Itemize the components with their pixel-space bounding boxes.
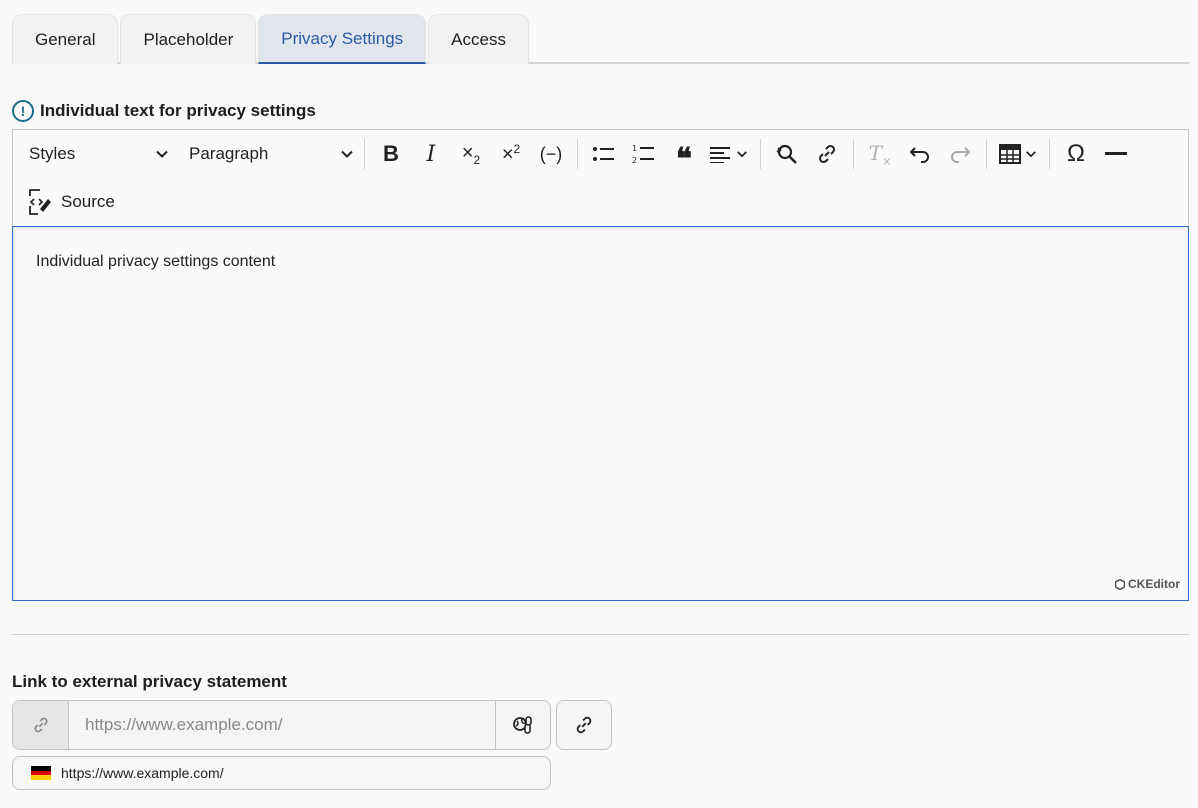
toolbar-separator [364,139,365,169]
undo-button[interactable] [900,136,940,172]
remove-format-icon: T× [868,140,892,168]
open-link-button[interactable] [556,700,612,750]
find-replace-icon [776,144,797,164]
globe-link-icon [513,716,532,734]
chevron-down-icon [156,150,168,158]
styles-dropdown-label: Styles [29,144,76,163]
bold-button[interactable]: B [371,136,411,172]
toolbar-row: Source [13,178,115,226]
minus-in-parentheses-icon: (−) [539,143,563,164]
link-icon [576,716,592,734]
special-characters-button[interactable]: Ω [1056,136,1096,172]
align-left-icon [710,147,730,163]
source-code-icon [29,189,51,215]
chevron-down-icon [737,151,747,158]
link-picker-button[interactable] [495,701,550,749]
tab-general[interactable]: General [12,14,119,64]
german-flag-icon [31,766,51,781]
alignment-dropdown[interactable] [704,136,754,172]
tab-placeholder[interactable]: Placeholder [120,14,257,64]
paragraph-dropdown-label: Paragraph [189,144,269,163]
insert-table-dropdown[interactable] [993,136,1043,172]
italic-icon: I [426,141,436,167]
editor-content-area[interactable]: Individual privacy settings content CKEd… [12,226,1189,601]
section-divider [12,634,1189,635]
toolbar-separator [760,139,761,169]
toolbar-separator [577,139,578,169]
source-button-label: Source [61,192,115,211]
superscript-icon: ×2 [501,141,521,166]
ckeditor-logo-text: CKEditor [1128,577,1180,591]
strikethrough-button[interactable]: (−) [531,136,571,172]
remove-format-button[interactable]: T× [860,136,900,172]
toolbar-separator [986,139,987,169]
find-replace-button[interactable] [767,136,807,172]
tab-access[interactable]: Access [428,14,529,64]
source-button[interactable]: Source [13,184,115,220]
bold-icon: B [383,141,399,166]
toolbar-row: Styles Paragraph B I ×2 ×2 (−) 12 ❝ T× Ω [13,130,1136,178]
undo-icon [909,147,929,163]
external-link-input-group [12,700,551,750]
ckeditor-logo-icon [1115,578,1125,590]
external-link-input[interactable] [69,701,495,749]
language-url-pill[interactable]: https://www.example.com/ [12,756,551,790]
bulleted-list-button[interactable] [584,136,624,172]
chevron-down-icon [1026,151,1036,158]
link-prefix [13,701,69,749]
toolbar-separator [1049,139,1050,169]
link-icon [818,144,836,164]
styles-dropdown[interactable]: Styles [13,136,173,172]
chevron-down-icon [341,150,353,158]
tab-bar: General Placeholder Privacy Settings Acc… [12,14,1189,64]
redo-button[interactable] [940,136,980,172]
ckeditor-logo[interactable]: CKEditor [1115,577,1180,591]
editor-field-label: ! Individual text for privacy settings [12,100,316,122]
link-icon [33,717,48,733]
external-link-label: Link to external privacy statement [12,672,287,691]
info-icon: ! [12,100,34,122]
numbered-list-button[interactable]: 12 [624,136,664,172]
toolbar-separator [853,139,854,169]
quote-icon: ❝ [675,143,693,176]
editor-field-label-text: Individual text for privacy settings [40,101,316,120]
subscript-icon: ×2 [461,141,481,167]
language-url-value: https://www.example.com/ [61,765,224,781]
italic-button[interactable]: I [411,136,451,172]
horizontal-line-button[interactable] [1096,136,1136,172]
omega-icon: Ω [1067,140,1085,167]
paragraph-dropdown[interactable]: Paragraph [173,136,358,172]
svg-text:1: 1 [632,144,637,153]
svg-text:2: 2 [632,156,637,165]
link-button[interactable] [807,136,847,172]
table-icon [999,144,1021,164]
subscript-button[interactable]: ×2 [451,136,491,172]
blockquote-button[interactable]: ❝ [664,136,704,176]
editor-toolbar: Styles Paragraph B I ×2 ×2 (−) 12 ❝ T× Ω… [13,130,1188,227]
numbered-list-icon: 12 [632,144,654,165]
tab-privacy-settings[interactable]: Privacy Settings [258,14,427,64]
rich-text-editor: Styles Paragraph B I ×2 ×2 (−) 12 ❝ T× Ω… [12,129,1189,601]
horizontal-line-icon [1105,152,1127,155]
bulleted-list-icon [593,147,614,161]
editor-paragraph[interactable]: Individual privacy settings content [36,253,275,271]
superscript-button[interactable]: ×2 [491,136,531,172]
redo-icon [951,147,971,163]
